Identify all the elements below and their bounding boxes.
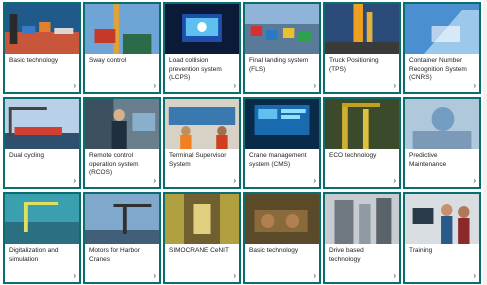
arrow-right-icon: ›	[233, 81, 236, 90]
tile-label: Training	[409, 247, 433, 254]
arrow-right-icon: ›	[73, 271, 76, 280]
arrow-right-icon: ›	[393, 81, 396, 90]
tile-label: Digitalization and simulation	[9, 247, 59, 263]
tile-label: Predictive Maintenance	[409, 152, 447, 168]
tile-label: ECO technology	[329, 152, 377, 159]
solutions-tile-grid: Basic technology › Sway control › Load c…	[0, 0, 487, 285]
thumbnail-image	[325, 99, 399, 149]
thumbnail-image	[85, 4, 159, 54]
scrollbar[interactable]	[483, 0, 487, 285]
tile-label: Container Number Recognition System (CNR…	[409, 57, 467, 81]
tile-predictive-maintenance[interactable]: Predictive Maintenance ›	[403, 97, 481, 189]
tile-tps[interactable]: Truck Positioning (TPS) ›	[323, 2, 401, 94]
thumbnail-image	[405, 4, 479, 54]
tile-dual-cycling[interactable]: Dual cycling ›	[3, 97, 81, 189]
arrow-right-icon: ›	[313, 271, 316, 280]
tile-basic-technology[interactable]: Basic technology ›	[3, 2, 81, 94]
arrow-right-icon: ›	[313, 176, 316, 185]
tile-cnrs[interactable]: Container Number Recognition System (CNR…	[403, 2, 481, 94]
thumbnail-image	[405, 194, 479, 244]
thumbnail-image	[325, 4, 399, 54]
tile-label: Remote control operation system (RCOS)	[89, 152, 139, 176]
tile-label: Terminal Supervisor System	[169, 152, 227, 168]
tile-cms[interactable]: Crane management system (CMS) ›	[243, 97, 321, 189]
thumbnail-image	[245, 99, 319, 149]
tile-label: Basic technology	[9, 57, 59, 64]
tile-label: Crane management system (CMS)	[249, 152, 307, 168]
thumbnail-image	[325, 194, 399, 244]
arrow-right-icon: ›	[473, 176, 476, 185]
thumbnail-image	[165, 194, 239, 244]
tile-label: Motors for Harbor Cranes	[89, 247, 140, 263]
thumbnail-image	[5, 99, 79, 149]
tile-label: Load collision prevention system (LCPS)	[169, 57, 222, 81]
arrow-right-icon: ›	[473, 81, 476, 90]
tile-sway-control[interactable]: Sway control ›	[83, 2, 161, 94]
tile-drive-based-technology[interactable]: Drive based technology ›	[323, 192, 401, 284]
tile-label: Final landing system (FLS)	[249, 57, 309, 73]
tile-simocrane-cenit[interactable]: SIMOCRANE CeNIT ›	[163, 192, 241, 284]
tile-label: Dual cycling	[9, 152, 45, 159]
tile-fls[interactable]: Final landing system (FLS) ›	[243, 2, 321, 94]
arrow-right-icon: ›	[153, 271, 156, 280]
arrow-right-icon: ›	[73, 176, 76, 185]
arrow-right-icon: ›	[233, 271, 236, 280]
tile-label: Basic technology	[249, 247, 299, 254]
thumbnail-image	[245, 194, 319, 244]
arrow-right-icon: ›	[153, 81, 156, 90]
tile-label: Truck Positioning (TPS)	[329, 57, 379, 73]
tile-training[interactable]: Training ›	[403, 192, 481, 284]
tile-digitalization[interactable]: Digitalization and simulation ›	[3, 192, 81, 284]
thumbnail-image	[85, 194, 159, 244]
arrow-right-icon: ›	[393, 271, 396, 280]
thumbnail-image	[85, 99, 159, 149]
tile-eco-technology[interactable]: ECO technology ›	[323, 97, 401, 189]
arrow-right-icon: ›	[393, 176, 396, 185]
thumbnail-image	[165, 4, 239, 54]
tile-rcos[interactable]: Remote control operation system (RCOS) ›	[83, 97, 161, 189]
thumbnail-image	[5, 194, 79, 244]
tile-lcps[interactable]: Load collision prevention system (LCPS) …	[163, 2, 241, 94]
arrow-right-icon: ›	[153, 176, 156, 185]
tile-label: SIMOCRANE CeNIT	[169, 247, 229, 254]
tile-basic-technology-2[interactable]: Basic technology ›	[243, 192, 321, 284]
thumbnail-image	[405, 99, 479, 149]
thumbnail-image	[165, 99, 239, 149]
tile-label: Drive based technology	[329, 247, 364, 263]
arrow-right-icon: ›	[313, 81, 316, 90]
arrow-right-icon: ›	[473, 271, 476, 280]
tile-terminal-supervisor[interactable]: Terminal Supervisor System ›	[163, 97, 241, 189]
arrow-right-icon: ›	[73, 81, 76, 90]
tile-motors-harbor-cranes[interactable]: Motors for Harbor Cranes ›	[83, 192, 161, 284]
tile-label: Sway control	[89, 57, 127, 64]
arrow-right-icon: ›	[233, 176, 236, 185]
thumbnail-image	[245, 4, 319, 54]
thumbnail-image	[5, 4, 79, 54]
